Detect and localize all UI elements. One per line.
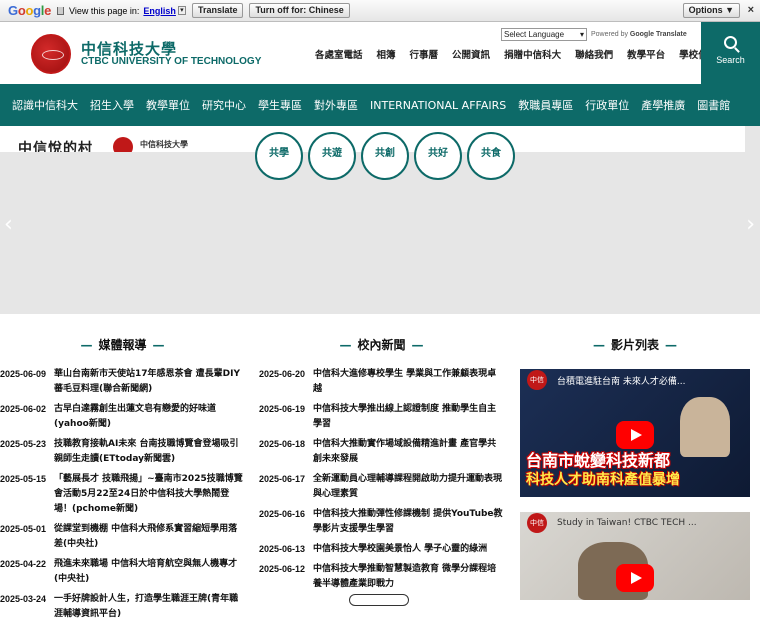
video-thumbnail[interactable]: 中信 台積電進駐台南 未來人才必備... 台南市蛻變科技新都 科技人才助南科產值… bbox=[520, 369, 750, 497]
list-item[interactable]: 2025-05-15 「藝展長才 技職飛揚」~臺南市2025技職博覽會活動5月22… bbox=[0, 472, 245, 517]
search-icon bbox=[724, 36, 737, 49]
translate-bar: Google View this page in: English ▾ Tran… bbox=[0, 0, 760, 22]
toplink-teaching-platform[interactable]: 教學平台 bbox=[627, 47, 665, 61]
list-item[interactable]: 2025-06-09 華山台南新市天使站17年感恩茶會 遭長輩DIY蕃毛豆料理(聯… bbox=[0, 367, 245, 397]
nav-industry[interactable]: 產學推廣 bbox=[635, 97, 691, 113]
bubble-eat: 共食 bbox=[467, 132, 515, 180]
video-title-text[interactable]: Study in Taiwan! CTBC TECH ... bbox=[557, 518, 697, 528]
nav-external[interactable]: 對外專區 bbox=[308, 97, 364, 113]
list-item[interactable]: 2025-06-17 全新運動員心理輔導課程開啟助力提升運動表現與心理素質 bbox=[259, 472, 504, 502]
banner-carousel: 中信悅的村 中信科技大學 共學 共遊 共創 共好 共食 ‹ › bbox=[0, 126, 760, 314]
bubble-create: 共創 bbox=[361, 132, 409, 180]
main-nav: 認識中信科大 招生入學 教學單位 研究中心 學生專區 對外專區 INTERNAT… bbox=[0, 84, 760, 126]
video-title: — 影片列表 — bbox=[592, 338, 677, 352]
language-select[interactable]: Select Language bbox=[501, 28, 587, 41]
campus-news-column: — 校內新聞 — 2025-06-20 中信科大進修專校學生 學業與工作兼顧表現卓越 … bbox=[259, 336, 504, 597]
search-button[interactable]: Search bbox=[701, 22, 760, 84]
nav-academic-units[interactable]: 教學單位 bbox=[140, 97, 196, 113]
list-item[interactable]: 2025-06-18 中信科大推動實作場域設備精進計畫 產官學共創未來發展 bbox=[259, 437, 504, 467]
toplink-donate[interactable]: 捐贈中信科大 bbox=[504, 47, 561, 61]
video-column: — 影片列表 — bbox=[520, 336, 750, 353]
play-icon[interactable] bbox=[616, 421, 654, 449]
google-logo: Google bbox=[8, 3, 52, 18]
nav-about[interactable]: 認識中信科大 bbox=[0, 97, 84, 113]
toplink-phone[interactable]: 各處室電話 bbox=[315, 47, 363, 61]
video-header: 中信 Study in Taiwan! CTBC TECH ... bbox=[520, 512, 750, 534]
nav-students[interactable]: 學生專區 bbox=[252, 97, 308, 113]
list-item[interactable]: 2025-05-01 從課堂到機棚 中信科大飛修系實習縮短學用落差(中央社) bbox=[0, 522, 245, 552]
carousel-next-icon[interactable]: › bbox=[746, 212, 755, 237]
site-header: 中信科技大學 CTBC UNIVERSITY OF TECHNOLOGY Sel… bbox=[0, 22, 760, 84]
toplink-calendar[interactable]: 行事曆 bbox=[410, 47, 439, 61]
banner-school-name: 中信科技大學 bbox=[140, 140, 188, 149]
media-column: — 媒體報導 — 2025-06-09 華山台南新市天使站17年感恩茶會 遭長輩DIY… bbox=[0, 336, 245, 627]
language-dropdown-icon[interactable]: ▾ bbox=[177, 6, 186, 15]
video-caption-1: 台南市蛻變科技新都 bbox=[526, 451, 671, 470]
bubble-play: 共遊 bbox=[308, 132, 356, 180]
toplink-public-info[interactable]: 公開資訊 bbox=[452, 47, 490, 61]
video-title-text[interactable]: 台積電進駐台南 未來人才必備... bbox=[557, 374, 685, 387]
translate-prompt: View this page in: bbox=[69, 5, 140, 16]
toplink-contact[interactable]: 聯絡我們 bbox=[575, 47, 613, 61]
channel-avatar: 中信 bbox=[527, 370, 547, 390]
campus-news-list: 2025-06-20 中信科大進修專校學生 學業與工作兼顧表現卓越 2025-06… bbox=[259, 367, 504, 592]
turn-off-button[interactable]: Turn off for: Chinese bbox=[249, 3, 350, 18]
search-label: Search bbox=[716, 55, 745, 65]
bubble-learn: 共學 bbox=[255, 132, 303, 180]
banner-bubbles: 共學 共遊 共創 共好 共食 bbox=[255, 132, 520, 180]
speaker-image bbox=[680, 397, 730, 457]
nav-international[interactable]: INTERNATIONAL AFFAIRS bbox=[364, 99, 512, 112]
top-links: 各處室電話 相簿 行事曆 公開資訊 捐贈中信科大 聯絡我們 教學平台 學校位置 bbox=[315, 47, 731, 61]
list-item[interactable]: 2025-06-19 中信科技大學推出線上認證制度 推動學生自主學習 bbox=[259, 402, 504, 432]
carousel-prev-icon[interactable]: ‹ bbox=[4, 212, 13, 237]
list-item[interactable]: 2025-06-12 中信科技大學推動智慧製造教育 微學分課程培養半導體產業即戰力 bbox=[259, 562, 504, 592]
campus-news-title: — 校內新聞 — bbox=[339, 338, 424, 352]
list-item[interactable]: 2025-03-24 一手好牌設計人生，打造學生職涯王牌(青年職涯輔導資訊平台) bbox=[0, 592, 245, 622]
more-news-button[interactable] bbox=[349, 594, 409, 606]
options-button[interactable]: Options ▼ bbox=[682, 3, 740, 18]
bubble-good: 共好 bbox=[414, 132, 462, 180]
school-logo-icon[interactable] bbox=[31, 34, 71, 74]
list-item[interactable]: 2025-06-20 中信科大進修專校學生 學業與工作兼顧表現卓越 bbox=[259, 367, 504, 397]
video-caption-2: 科技人才助南科產值暴增 bbox=[526, 472, 680, 488]
play-icon[interactable] bbox=[616, 564, 654, 592]
school-name-en[interactable]: CTBC UNIVERSITY OF TECHNOLOGY bbox=[81, 56, 261, 67]
video-thumbnail[interactable]: 中信 Study in Taiwan! CTBC TECH ... bbox=[520, 512, 750, 600]
powered-by-label: Powered by Google Translate bbox=[591, 31, 687, 38]
video-header: 中信 台積電進駐台南 未來人才必備... bbox=[520, 369, 750, 391]
lock-icon bbox=[57, 6, 65, 15]
language-link[interactable]: English bbox=[143, 6, 176, 16]
close-icon[interactable]: × bbox=[748, 4, 754, 16]
nav-library[interactable]: 圖書館 bbox=[691, 97, 736, 113]
translate-button[interactable]: Translate bbox=[191, 3, 244, 18]
media-list: 2025-06-09 華山台南新市天使站17年感恩茶會 遭長輩DIY蕃毛豆料理(聯… bbox=[0, 367, 245, 622]
list-item[interactable]: 2025-06-16 中信科技大推動彈性修課機制 提供YouTube教學影片支援學… bbox=[259, 507, 504, 537]
list-item[interactable]: 2025-06-02 古早白達霧創生出蓮文皂有戀愛的好味道(yahoo新聞) bbox=[0, 402, 245, 432]
nav-staff[interactable]: 教職員專區 bbox=[512, 97, 579, 113]
nav-admin-units[interactable]: 行政單位 bbox=[579, 97, 635, 113]
list-item[interactable]: 2025-04-22 飛進未來職場 中信科大培育航空與無人機專才(中央社) bbox=[0, 557, 245, 587]
media-title: — 媒體報導 — bbox=[80, 338, 165, 352]
list-item[interactable]: 2025-05-23 技職教育接軌AI未來 台南技職博覽會登場吸引親師生走讀(ET… bbox=[0, 437, 245, 467]
channel-avatar: 中信 bbox=[527, 513, 547, 533]
nav-admissions[interactable]: 招生入學 bbox=[84, 97, 140, 113]
nav-research[interactable]: 研究中心 bbox=[196, 97, 252, 113]
list-item[interactable]: 2025-06-13 中信科技大學校園美景怡人 學子心靈的綠洲 bbox=[259, 542, 504, 557]
toplink-album[interactable]: 相簿 bbox=[377, 47, 396, 61]
